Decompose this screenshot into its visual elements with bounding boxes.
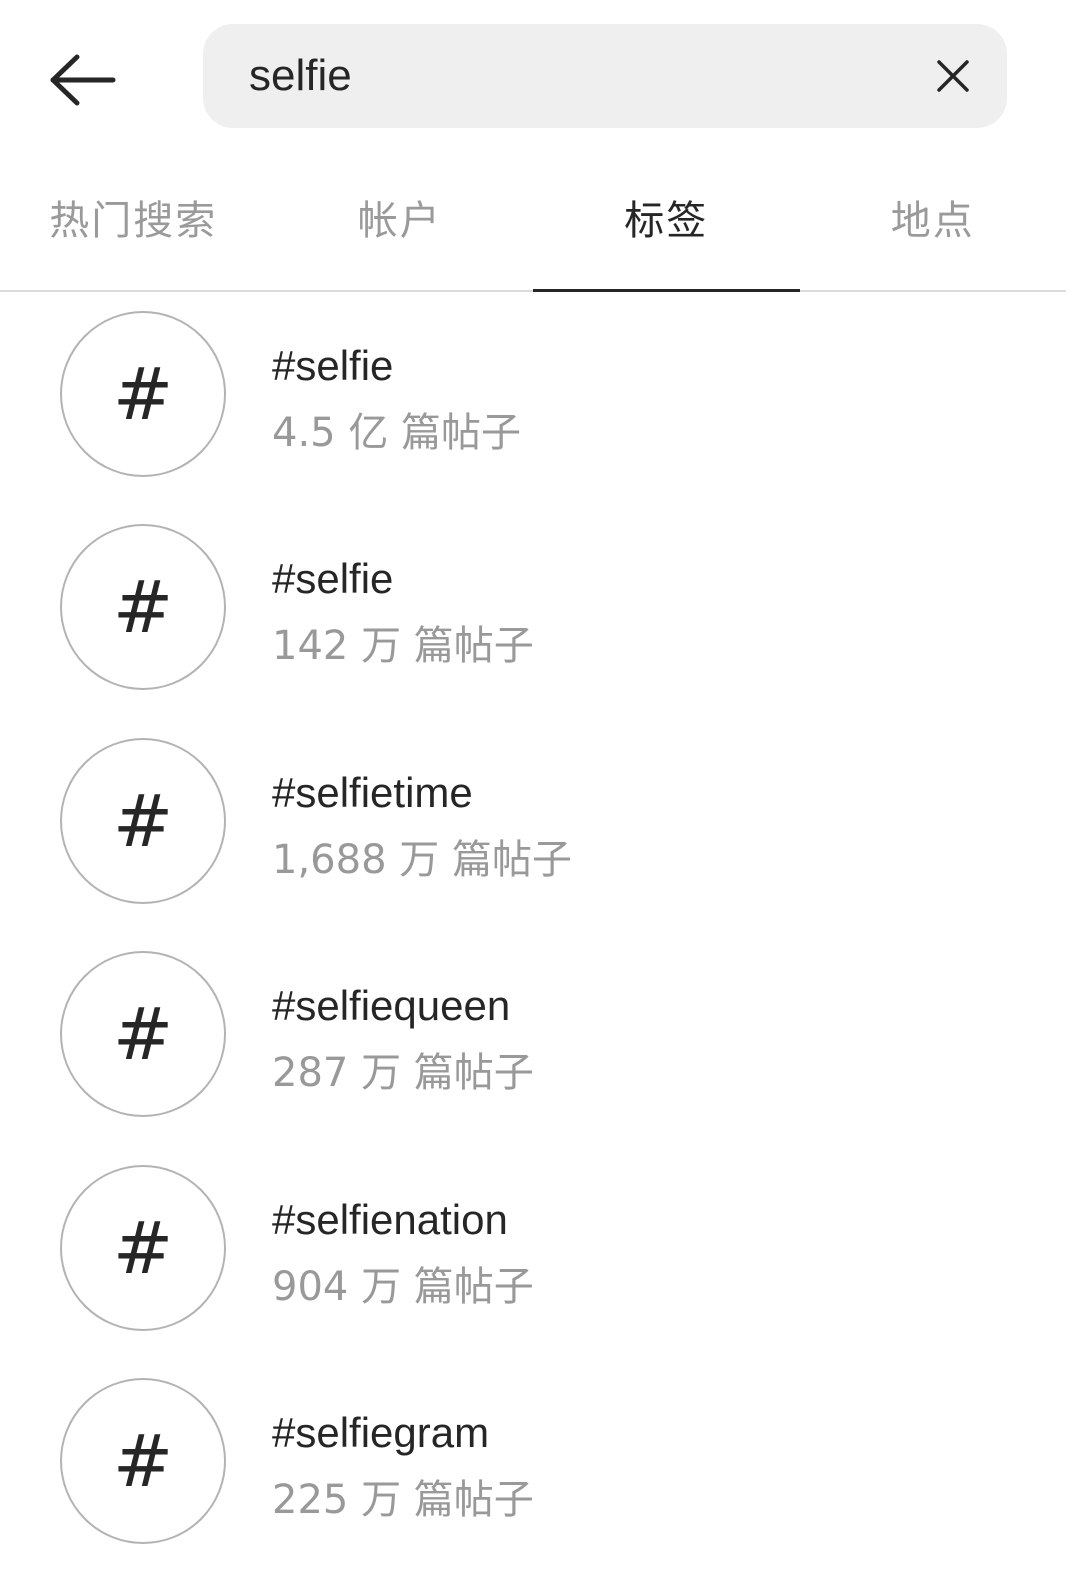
list-item[interactable]: # #selfie 142 万 篇帖子 bbox=[0, 505, 1080, 718]
post-count: 142 万 篇帖子 bbox=[272, 623, 534, 670]
list-item[interactable]: # #selfienation 904 万 篇帖子 bbox=[0, 1146, 1080, 1359]
list-item[interactable]: # #selfie 4.5 亿 篇帖子 bbox=[0, 292, 1080, 505]
post-count: 4.5 亿 篇帖子 bbox=[272, 410, 522, 456]
hashtag-icon: # bbox=[60, 1164, 226, 1331]
post-count: 904 万 篇帖子 bbox=[272, 1263, 534, 1310]
hashtag-icon: # bbox=[60, 951, 226, 1118]
post-count: 225 万 篇帖子 bbox=[272, 1476, 534, 1523]
hashtag-name: #selfietime bbox=[272, 768, 473, 816]
tab-accounts[interactable]: 帐户 bbox=[267, 150, 534, 290]
list-item[interactable]: # #selfiegram 225 万 篇帖子 bbox=[0, 1359, 1080, 1572]
clear-search-button[interactable] bbox=[927, 50, 979, 102]
tab-places[interactable]: 地点 bbox=[800, 150, 1067, 290]
hashtag-name: #selfiegram bbox=[272, 1408, 490, 1456]
tab-top[interactable]: 热门搜索 bbox=[0, 150, 267, 290]
back-button[interactable] bbox=[40, 44, 124, 116]
hashtag-icon: # bbox=[60, 737, 226, 904]
search-input[interactable] bbox=[249, 24, 909, 128]
close-icon bbox=[937, 60, 969, 92]
hashtag-name: #selfie bbox=[272, 555, 394, 603]
search-category-tabs: 热门搜索 帐户 标签 地点 bbox=[0, 150, 1066, 292]
top-bar bbox=[0, 0, 1080, 150]
hashtag-name: #selfienation bbox=[272, 1195, 508, 1243]
tab-tags[interactable]: 标签 bbox=[533, 150, 800, 292]
hashtag-icon: # bbox=[60, 311, 226, 477]
hashtag-icon: # bbox=[60, 1377, 226, 1544]
post-count: 1,688 万 篇帖子 bbox=[272, 836, 572, 883]
hashtag-name: #selfie bbox=[272, 342, 394, 389]
hashtag-results-list: # #selfie 4.5 亿 篇帖子 # #selfie 142 万 篇帖子 … bbox=[0, 292, 1080, 1572]
list-item[interactable]: # #selfietime 1,688 万 篇帖子 bbox=[0, 719, 1080, 932]
arrow-left-icon bbox=[50, 54, 116, 106]
hashtag-name: #selfiequeen bbox=[272, 982, 511, 1030]
search-bar bbox=[203, 24, 1007, 128]
list-item[interactable]: # #selfiequeen 287 万 篇帖子 bbox=[0, 932, 1080, 1145]
hashtag-icon: # bbox=[60, 524, 226, 691]
post-count: 287 万 篇帖子 bbox=[272, 1050, 534, 1097]
